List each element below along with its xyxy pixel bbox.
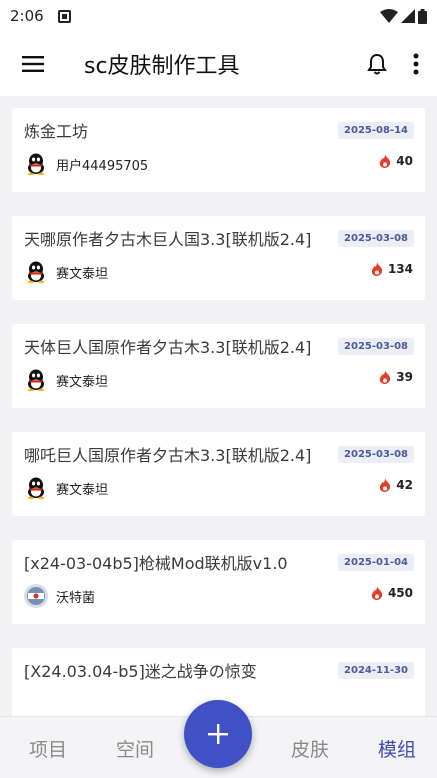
post-card[interactable]: 天哪原作者夕古木巨人国3.3[联机版2.4] 2025-03-08 赛文泰坦 1…	[12, 216, 425, 300]
post-list: 炼金工坊 2025-08-14 用户44495705 40 天哪原作者夕古木巨人…	[12, 108, 425, 756]
wifi-icon	[380, 9, 398, 23]
post-author: 沃特菌	[24, 584, 95, 608]
post-title: 哪吒巨人国原作者夕古木3.3[联机版2.4]	[24, 446, 312, 465]
app-bar-actions	[367, 53, 419, 75]
post-date: 2025-03-08	[338, 230, 414, 247]
fire-icon	[371, 586, 383, 600]
post-card[interactable]: 炼金工坊 2025-08-14 用户44495705 40	[12, 108, 425, 192]
battery-icon	[418, 8, 427, 24]
fire-icon	[371, 262, 383, 276]
author-name: 赛文泰坦	[56, 266, 109, 282]
add-button[interactable]	[184, 700, 252, 768]
notification-icon	[57, 9, 71, 23]
post-date: 2024-11-30	[338, 662, 414, 679]
signal-icon	[401, 9, 415, 23]
app-bar: sc皮肤制作工具	[0, 32, 437, 96]
post-title: [x24-03-04b5]枪械Mod联机版v1.0	[24, 554, 288, 573]
status-time: 2:06	[10, 7, 44, 25]
hot-count: 42	[379, 478, 413, 492]
qq-penguin-icon	[24, 476, 48, 500]
post-date: 2025-03-08	[338, 446, 414, 463]
bell-icon[interactable]	[367, 53, 387, 75]
hot-value: 450	[387, 586, 413, 600]
post-card[interactable]: 哪吒巨人国原作者夕古木3.3[联机版2.4] 2025-03-08 赛文泰坦 4…	[12, 432, 425, 516]
post-card[interactable]: [x24-03-04b5]枪械Mod联机版v1.0 2025-01-04 沃特菌…	[12, 540, 425, 624]
author-name: 赛文泰坦	[56, 482, 109, 498]
plus-icon	[208, 724, 228, 744]
post-date: 2025-01-04	[338, 554, 414, 571]
tab-skins[interactable]: 皮肤	[291, 735, 329, 762]
status-icons	[380, 8, 427, 24]
user-avatar	[24, 584, 48, 608]
hot-count: 134	[371, 262, 413, 276]
qq-penguin-icon	[24, 152, 48, 176]
hot-count: 450	[371, 586, 413, 600]
fire-icon	[380, 154, 391, 168]
tab-space[interactable]: 空间	[116, 735, 154, 762]
post-author: 赛文泰坦	[24, 476, 108, 500]
author-name: 用户44495705	[56, 158, 149, 174]
post-title: [X24.03.04-b5]迷之战争の惊变	[24, 662, 257, 681]
author-name: 沃特菌	[56, 590, 96, 606]
post-title: 天哪原作者夕古木巨人国3.3[联机版2.4]	[24, 230, 312, 249]
more-vert-icon[interactable]	[413, 53, 419, 75]
fire-icon	[380, 370, 391, 384]
tab-mods[interactable]: 模组	[378, 735, 416, 762]
post-card[interactable]: 天体巨人国原作者夕古木3.3[联机版2.4] 2025-03-08 赛文泰坦 3…	[12, 324, 425, 408]
hot-count: 39	[379, 370, 413, 384]
post-title: 天体巨人国原作者夕古木3.3[联机版2.4]	[24, 338, 312, 357]
menu-button[interactable]	[18, 49, 48, 79]
qq-penguin-icon	[24, 368, 48, 392]
page-title: sc皮肤制作工具	[84, 54, 240, 79]
hot-value: 42	[396, 478, 413, 492]
qq-penguin-icon	[24, 260, 48, 284]
hot-count: 40	[379, 154, 413, 168]
hot-value: 40	[396, 154, 413, 168]
post-author: 赛文泰坦	[24, 260, 108, 284]
author-name: 赛文泰坦	[56, 374, 109, 390]
hot-value: 39	[396, 370, 413, 384]
post-author: 赛文泰坦	[24, 368, 108, 392]
fire-icon	[380, 478, 391, 492]
hamburger-icon	[22, 56, 44, 72]
post-author: 用户44495705	[24, 152, 148, 176]
status-bar: 2:06	[0, 0, 437, 32]
post-date: 2025-08-14	[338, 122, 414, 139]
tab-projects[interactable]: 项目	[29, 735, 67, 762]
post-title: 炼金工坊	[24, 122, 89, 141]
post-date: 2025-03-08	[338, 338, 414, 355]
hot-value: 134	[387, 262, 413, 276]
